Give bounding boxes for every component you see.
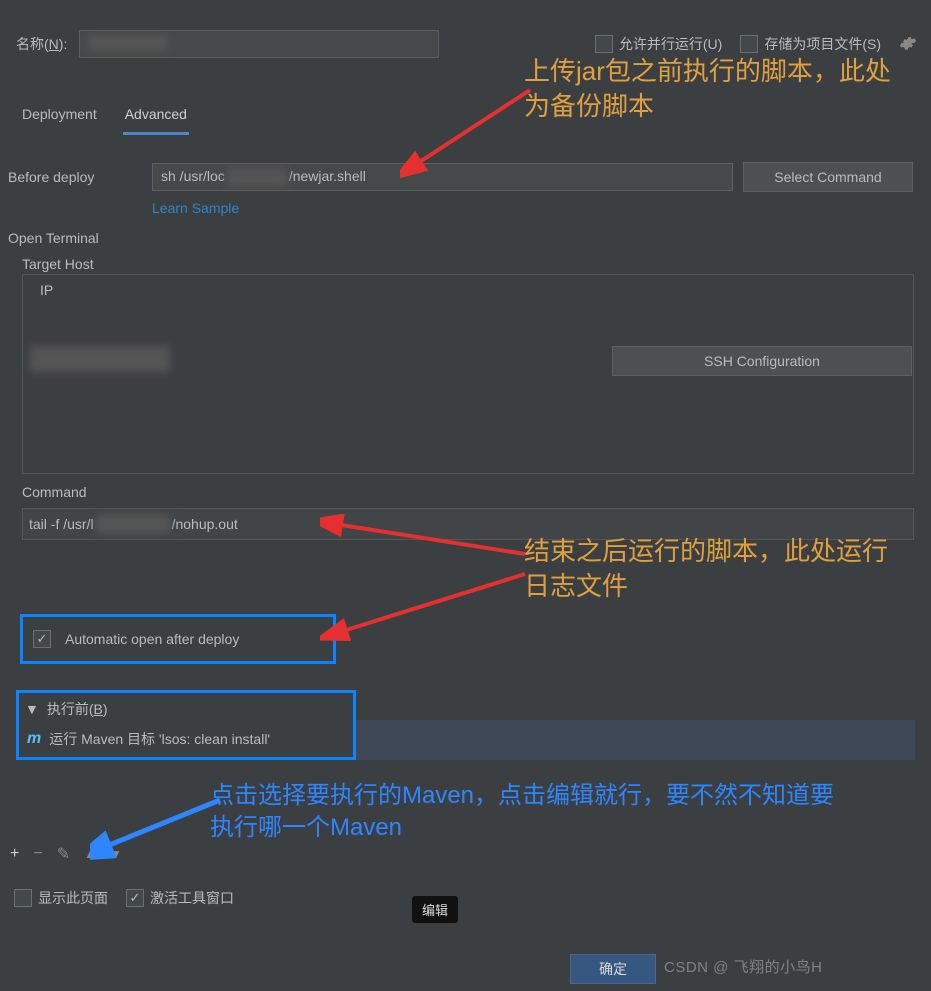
- command-input[interactable]: tail -f /usr/l/nohup.out: [22, 508, 914, 540]
- activate-tool-label: 激活工具窗口: [150, 888, 234, 908]
- annotation-1: 上传jar包之前执行的脚本，此处为备份脚本: [524, 54, 904, 124]
- annotation-3: 点击选择要执行的Maven，点击编辑就行，要不然不知道要执行哪一个Maven: [210, 780, 850, 845]
- name-input[interactable]: [79, 30, 439, 58]
- checkbox-icon: [595, 35, 613, 53]
- before-launch-label: 执行前(B): [47, 699, 108, 719]
- auto-open-label: Automatic open after deploy: [65, 631, 239, 647]
- edit-tooltip: 编辑: [412, 896, 458, 923]
- move-up-button[interactable]: ▲: [84, 847, 96, 861]
- select-command-button[interactable]: Select Command: [743, 162, 913, 192]
- before-deploy-label: Before deploy: [8, 169, 152, 185]
- maven-goal-row[interactable]: m 运行 Maven 目标 'lsos: clean install': [16, 720, 356, 760]
- tab-advanced[interactable]: Advanced: [123, 100, 189, 135]
- checkbox-icon: [740, 35, 758, 53]
- maven-goal-label: 运行 Maven 目标 'lsos: clean install': [49, 729, 270, 749]
- ssh-configuration-button[interactable]: SSH Configuration: [612, 346, 912, 376]
- show-page-label: 显示此页面: [38, 888, 108, 908]
- move-down-button[interactable]: ▼: [110, 847, 122, 861]
- watermark: CSDN @ 飞翔的小鸟H: [664, 956, 822, 977]
- store-project-label: 存储为项目文件(S): [764, 34, 881, 54]
- show-page-checkbox[interactable]: 显示此页面: [14, 888, 108, 908]
- checkbox-icon: [14, 889, 32, 907]
- before-launch-header[interactable]: ▼ 执行前(B): [16, 690, 356, 724]
- ok-button[interactable]: 确定: [570, 954, 656, 984]
- remove-button[interactable]: −: [33, 845, 42, 863]
- edit-button[interactable]: ✎: [57, 844, 70, 864]
- maven-icon: m: [27, 730, 41, 748]
- name-label: 名称(N):: [16, 34, 67, 54]
- store-project-checkbox[interactable]: 存储为项目文件(S): [740, 34, 881, 54]
- open-terminal-label: Open Terminal: [8, 230, 99, 246]
- chevron-down-icon: ▼: [25, 701, 39, 717]
- checkbox-icon[interactable]: [33, 630, 51, 648]
- learn-sample-link[interactable]: Learn Sample: [152, 200, 239, 216]
- command-label: Command: [22, 484, 87, 500]
- checkbox-icon: [126, 889, 144, 907]
- redacted-host: [30, 346, 170, 372]
- activate-tool-checkbox[interactable]: 激活工具窗口: [126, 888, 234, 908]
- add-button[interactable]: +: [10, 845, 19, 863]
- auto-open-highlight: Automatic open after deploy: [20, 614, 336, 664]
- tab-deployment[interactable]: Deployment: [20, 100, 99, 135]
- annotation-2: 结束之后运行的脚本，此处运行日志文件: [524, 534, 904, 604]
- allow-parallel-label: 允许并行运行(U): [619, 34, 722, 54]
- ip-label: IP: [40, 282, 53, 298]
- before-deploy-input[interactable]: sh /usr/loc/newjar.shell: [152, 163, 733, 191]
- target-host-label: Target Host: [22, 256, 94, 272]
- gear-icon[interactable]: [899, 34, 917, 55]
- allow-parallel-checkbox[interactable]: 允许并行运行(U): [595, 34, 722, 54]
